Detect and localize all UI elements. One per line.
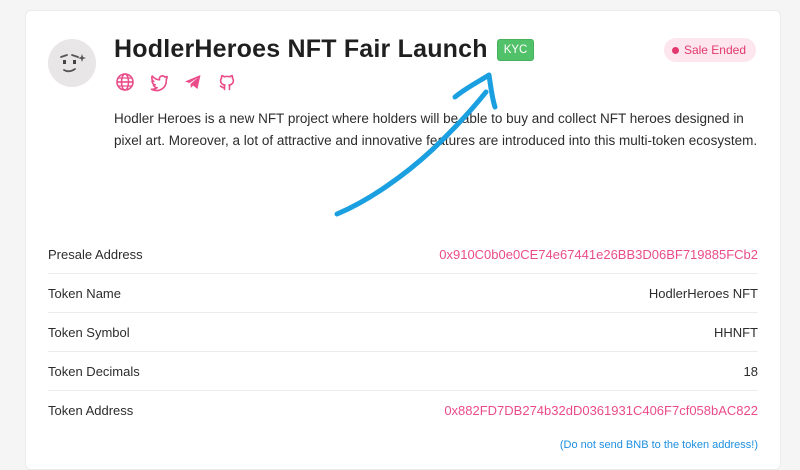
- info-label: Token Symbol: [48, 324, 130, 340]
- github-icon[interactable]: [217, 72, 237, 92]
- info-row-token-decimals: Token Decimals 18: [48, 352, 758, 391]
- info-row-token-name: Token Name HodlerHeroes NFT: [48, 274, 758, 313]
- token-name-value: HodlerHeroes NFT: [648, 285, 758, 301]
- project-logo: [48, 39, 96, 87]
- info-label: Token Name: [48, 285, 121, 301]
- presale-address-link[interactable]: 0x910C0b0e0CE74e67441e26BB3D06BF719885FC…: [439, 247, 758, 262]
- info-label: Token Decimals: [48, 363, 140, 379]
- token-decimals-value: 18: [743, 363, 758, 379]
- info-row-presale-address: Presale Address 0x910C0b0e0CE74e67441e26…: [48, 235, 758, 274]
- pool-info-card: HodlerHeroes NFT Fair Launch KYC Sale En…: [25, 10, 781, 470]
- sale-status-label: Sale Ended: [683, 43, 746, 57]
- token-symbol-value: HHNFT: [713, 324, 758, 340]
- status-dot-icon: [671, 46, 679, 54]
- globe-icon[interactable]: [115, 72, 135, 92]
- telegram-icon[interactable]: [183, 72, 203, 92]
- title-row: HodlerHeroes NFT Fair Launch KYC: [114, 35, 535, 64]
- token-info-table: Presale Address 0x910C0b0e0CE74e67441e26…: [48, 235, 758, 451]
- token-address-warning: (Do not send BNB to the token address!): [559, 439, 758, 451]
- kyc-badge[interactable]: KYC: [496, 38, 535, 61]
- info-row-token-address: Token Address 0x882FD7DB274b32dD0361931C…: [48, 391, 758, 430]
- social-links: [115, 72, 237, 92]
- info-row-token-symbol: Token Symbol HHNFT: [48, 313, 758, 352]
- info-label: Token Address: [48, 403, 134, 418]
- project-description: Hodler Heroes is a new NFT project where…: [114, 111, 758, 148]
- info-label: Presale Address: [48, 246, 143, 262]
- hero-face-icon: [60, 54, 86, 73]
- project-title: HodlerHeroes NFT Fair Launch: [114, 35, 488, 63]
- sale-status-badge: Sale Ended: [663, 38, 756, 62]
- token-address-link[interactable]: 0x882FD7DB274b32dD0361931C406F7cf058bAC8…: [444, 403, 758, 418]
- twitter-icon[interactable]: [149, 72, 169, 92]
